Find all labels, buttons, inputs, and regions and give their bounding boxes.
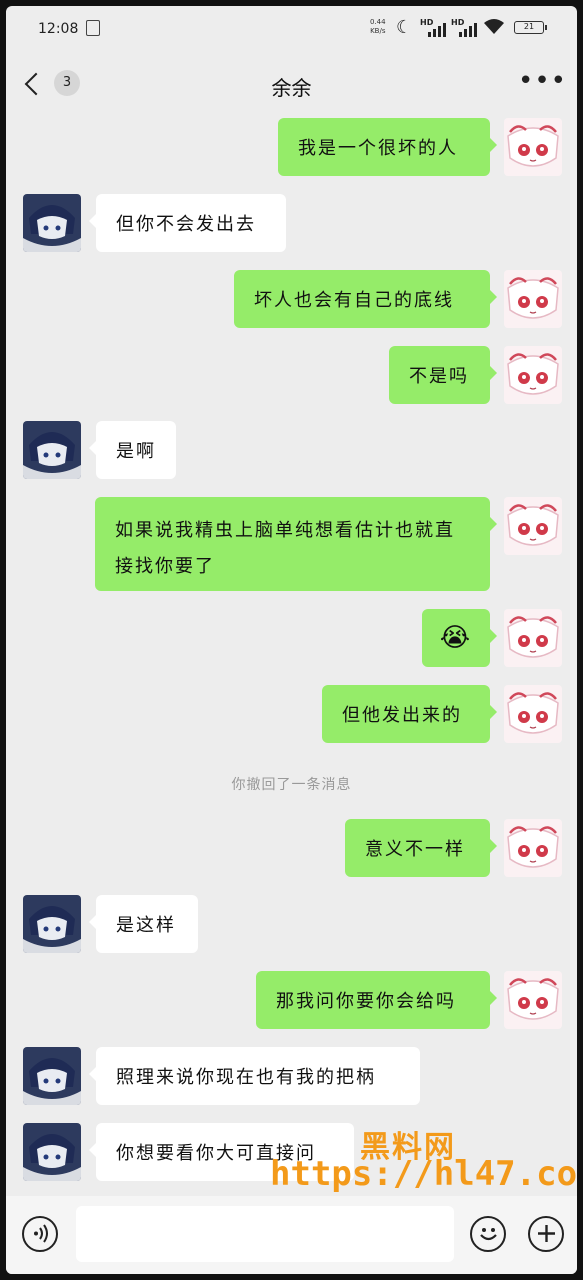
status-bar: 12:08 0.44 KB/s ☾ HD HD 21 [6,6,577,52]
avatar-self[interactable] [504,685,562,743]
input-bar [6,1196,577,1274]
recall-notice: 你撤回了一条消息 [231,777,352,793]
avatar-self[interactable] [504,609,562,667]
page-title: 余余 [271,76,312,100]
message-bubble[interactable]: 是这样 [89,895,198,953]
more-options-button[interactable]: ••• [518,68,566,98]
message-bubble[interactable]: 但你不会发出去 [89,194,286,252]
voice-icon [33,1224,48,1243]
message-bubble[interactable]: 是啊 [89,421,176,479]
avatar-contact[interactable] [23,194,81,252]
message-bubble[interactable]: 如果说我精虫上脑单纯想看估计也就直接找你要了 [95,497,497,591]
clock: 12:08 [38,21,79,37]
notification-icon [86,20,100,36]
message-bubble[interactable]: 照理来说你现在也有我的把柄 [89,1047,420,1105]
plus-icon [537,1225,555,1242]
watermark-title: 黑料网 [360,1130,456,1165]
network-speed: 0.44 KB/s [370,18,386,35]
avatar-contact[interactable] [23,1123,81,1181]
message-bubble[interactable]: 意义不一样 [345,819,497,877]
more-functions-button[interactable] [528,1216,564,1252]
crying-emoji-icon: 😭 [439,623,473,653]
avatar-self[interactable] [504,819,562,877]
message-bubble[interactable]: 但他发出来的 [322,685,497,743]
avatar-contact[interactable] [23,895,81,953]
message-bubble[interactable]: 不是吗 [389,346,497,404]
emoji-icon [479,1228,497,1241]
message-input[interactable] [76,1206,454,1262]
avatar-self[interactable] [504,270,562,328]
signal-icon: HD [420,18,450,38]
signal-icon-2: HD [451,18,481,38]
avatar-contact[interactable] [23,1047,81,1105]
chat-header: 3 余余 ••• [6,58,577,114]
avatar-contact[interactable] [23,421,81,479]
avatar-self[interactable] [504,118,562,176]
message-bubble[interactable]: 坏人也会有自己的底线 [234,270,497,328]
wifi-icon [483,18,505,41]
do-not-disturb-icon: ☾ [396,17,413,38]
message-bubble[interactable]: 那我问你要你会给吗 [256,971,497,1029]
emoji-button[interactable] [470,1216,506,1252]
battery-icon: 21 [514,21,547,34]
message-bubble[interactable]: 我是一个很坏的人 [278,118,497,176]
avatar-self[interactable] [504,497,562,555]
message-bubble[interactable]: 😭 [422,609,497,667]
chat-screen: 12:08 0.44 KB/s ☾ HD HD 21 3 余余 ••• 我是一个… [6,6,577,1274]
voice-button[interactable] [22,1216,58,1252]
message-bubble[interactable]: 你想要看你大可直接问 [89,1123,354,1181]
avatar-self[interactable] [504,346,562,404]
avatar-self[interactable] [504,971,562,1029]
